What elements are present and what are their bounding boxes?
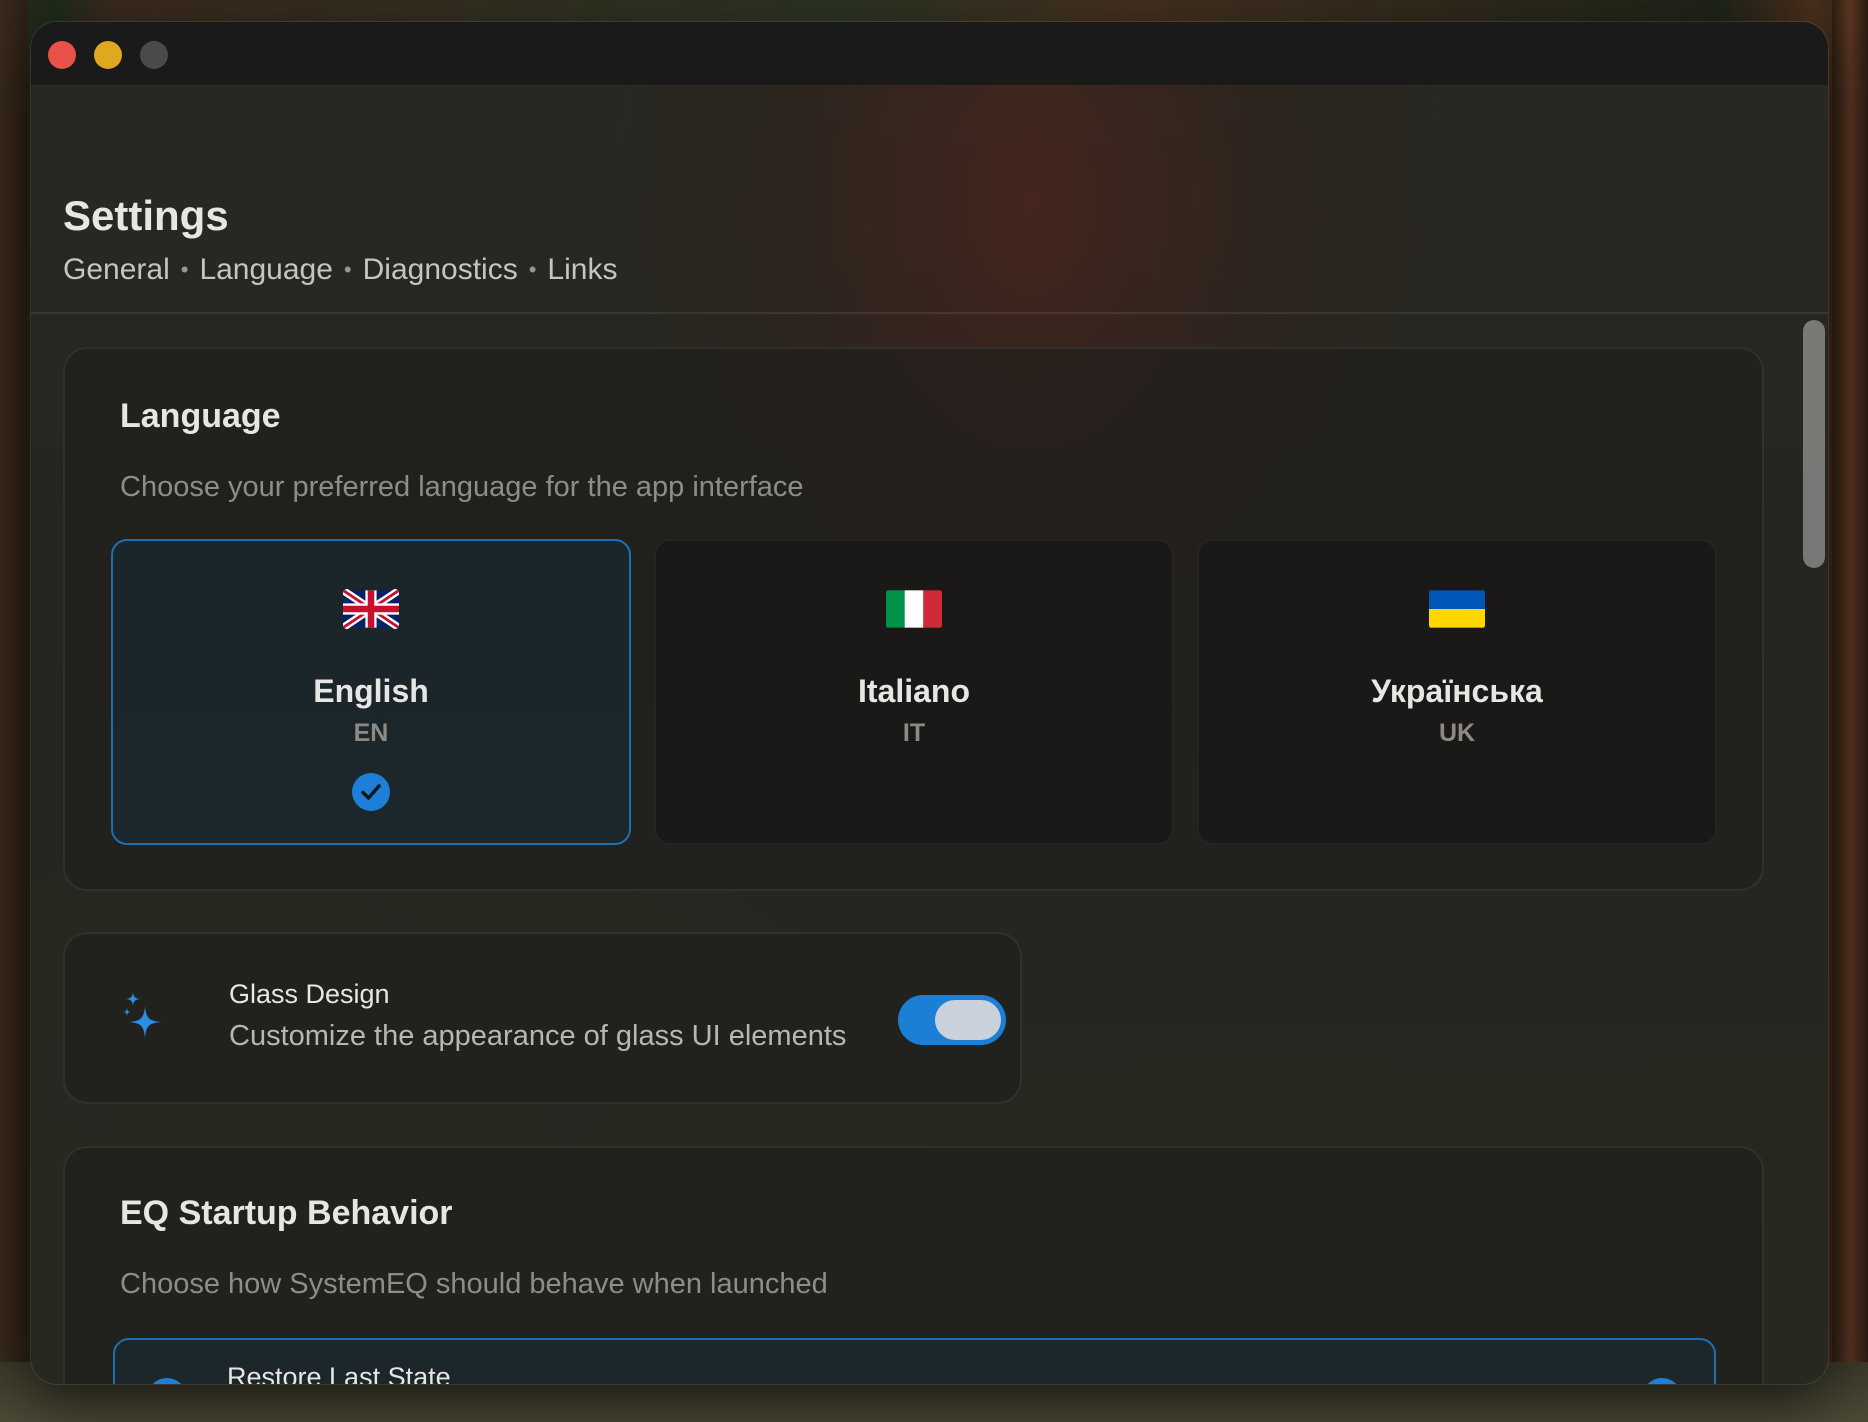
- language-name: Українська: [1371, 673, 1543, 709]
- glass-design-section: Glass Design Customize the appearance of…: [63, 932, 1022, 1104]
- language-option-italiano[interactable]: Italiano IT: [654, 539, 1174, 845]
- language-option-ukrainian[interactable]: Українська UK: [1197, 539, 1717, 845]
- language-name: Italiano: [857, 673, 970, 709]
- close-window-button[interactable]: [48, 41, 76, 69]
- breadcrumb-separator: •: [343, 257, 352, 282]
- page-title: Settings: [63, 192, 229, 239]
- toggle-knob: [935, 1000, 1001, 1040]
- checkmark-icon: [352, 773, 390, 811]
- title-bar: [31, 22, 1828, 85]
- language-code: EN: [353, 719, 389, 747]
- minimize-window-button[interactable]: [94, 41, 122, 69]
- eq-startup-title: EQ Startup Behavior: [120, 1194, 453, 1232]
- language-name: English: [313, 673, 429, 709]
- uk-flag-icon: [343, 589, 399, 629]
- sparkles-icon: [121, 992, 171, 1048]
- breadcrumb-diagnostics[interactable]: Diagnostics: [363, 253, 518, 287]
- header-divider: [31, 312, 1828, 314]
- scrollbar-thumb[interactable]: [1803, 320, 1825, 568]
- language-code: UK: [1438, 719, 1476, 747]
- language-section-subtitle: Choose your preferred language for the a…: [120, 471, 804, 503]
- language-section: Language Choose your preferred language …: [63, 347, 1764, 891]
- language-option-english[interactable]: English EN: [111, 539, 631, 845]
- zoom-window-button[interactable]: [140, 41, 168, 69]
- glass-design-subtitle: Customize the appearance of glass UI ele…: [229, 1020, 847, 1052]
- language-code: IT: [902, 719, 926, 747]
- glass-design-title: Glass Design: [229, 979, 390, 1009]
- background-tree-right: [1832, 0, 1868, 1422]
- language-section-title: Language: [120, 397, 281, 435]
- eq-startup-section: EQ Startup Behavior Choose how SystemEQ …: [63, 1146, 1764, 1384]
- eq-option-title: Restore Last State: [227, 1362, 451, 1384]
- breadcrumb: General • Language • Diagnostics • Links: [63, 253, 617, 287]
- selected-check-icon: [1642, 1378, 1682, 1384]
- breadcrumb-separator: •: [528, 257, 537, 282]
- background-tree-left: [0, 0, 28, 1422]
- eq-option-restore-last-state[interactable]: Restore Last State: [113, 1338, 1716, 1384]
- italy-flag-icon: [886, 589, 942, 629]
- settings-window: Settings General • Language • Diagnostic…: [31, 22, 1828, 1384]
- restore-icon: [147, 1378, 187, 1384]
- ukraine-flag-icon: [1429, 589, 1485, 629]
- breadcrumb-links[interactable]: Links: [547, 253, 617, 287]
- eq-startup-subtitle: Choose how SystemEQ should behave when l…: [120, 1268, 828, 1300]
- breadcrumb-separator: •: [180, 257, 189, 282]
- breadcrumb-language[interactable]: Language: [199, 253, 332, 287]
- glass-design-toggle[interactable]: [898, 995, 1006, 1045]
- breadcrumb-general[interactable]: General: [63, 253, 170, 287]
